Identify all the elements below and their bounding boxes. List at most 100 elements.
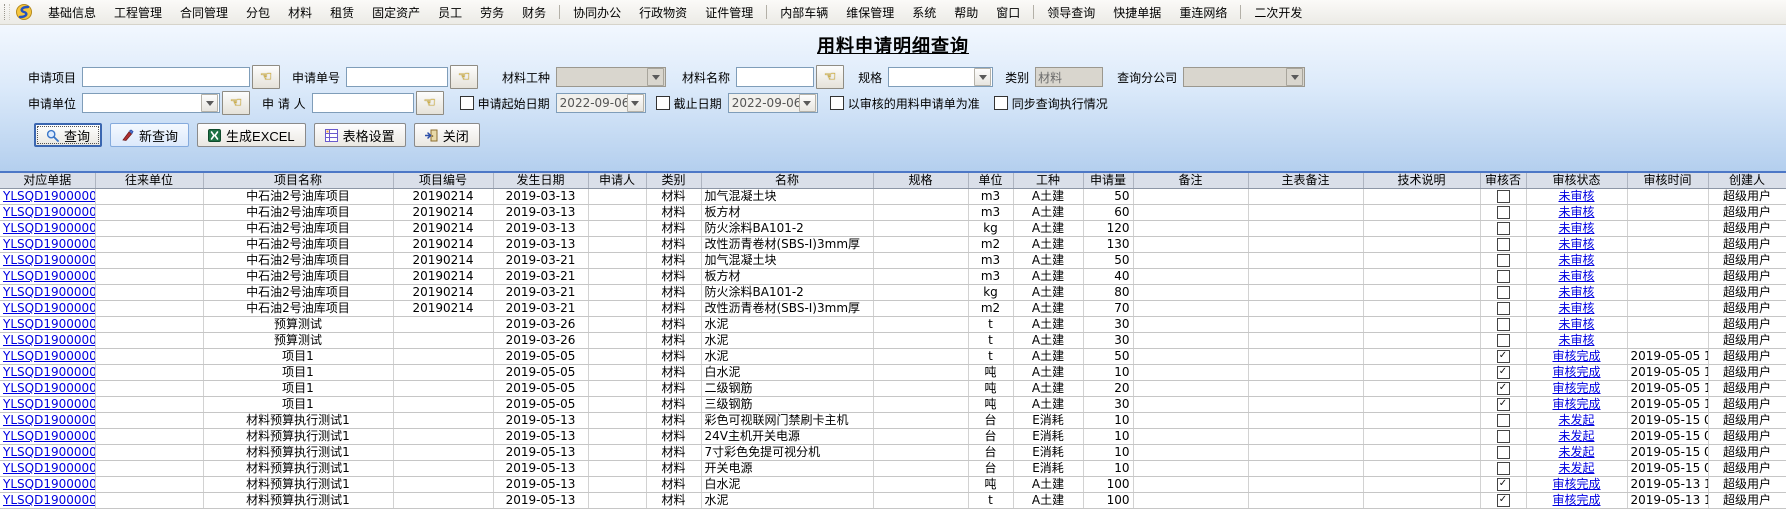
table-row[interactable]: YLSQD190000015材料预算执行测试12019-05-13材料水泥tA土…	[0, 493, 1786, 509]
column-header[interactable]: 审核否	[1480, 172, 1526, 189]
table-row[interactable]: YLSQD190000007中石油2号油库项目201902142019-03-2…	[0, 301, 1786, 317]
table-row[interactable]: YLSQD190000008预算测试2019-03-26材料水泥tA土建30未审…	[0, 317, 1786, 333]
table-row[interactable]: YLSQD190000010项目12019-05-05材料水泥tA土建50✓审核…	[0, 349, 1786, 365]
document-link[interactable]: YLSQD190000014	[3, 413, 95, 427]
document-link[interactable]: YLSQD190000007	[3, 301, 95, 315]
audit-status-link[interactable]: 未发起	[1558, 413, 1594, 427]
menu-item[interactable]: 帮助	[945, 3, 987, 22]
audited-checkbox[interactable]	[1497, 270, 1510, 283]
menu-item[interactable]: 租赁	[321, 3, 363, 22]
material-name-picker-button[interactable]: ☜	[816, 65, 844, 89]
apply-unit-picker-button[interactable]: ☜	[222, 91, 250, 115]
audit-status-link[interactable]: 审核完成	[1552, 365, 1600, 379]
column-header[interactable]: 往来单位	[95, 172, 203, 189]
menu-item[interactable]: 行政物资	[630, 3, 696, 22]
query-button[interactable]: 查询	[34, 123, 102, 147]
material-name-input[interactable]	[736, 67, 814, 87]
audit-status-link[interactable]: 审核完成	[1552, 397, 1600, 411]
document-link[interactable]: YLSQD190000014	[3, 461, 95, 475]
column-header[interactable]: 创建人	[1708, 172, 1786, 189]
table-row[interactable]: YLSQD190000007中石油2号油库项目201902142019-03-2…	[0, 285, 1786, 301]
column-header[interactable]: 技术说明	[1363, 172, 1480, 189]
audit-status-link[interactable]: 未审核	[1558, 301, 1594, 315]
audit-status-link[interactable]: 未审核	[1558, 317, 1594, 331]
column-header[interactable]: 备注	[1133, 172, 1248, 189]
document-link[interactable]: YLSQD190000006	[3, 205, 95, 219]
document-link[interactable]: YLSQD190000014	[3, 429, 95, 443]
menu-item[interactable]: 重连网络	[1170, 3, 1236, 22]
menu-item[interactable]: 固定资产	[363, 3, 429, 22]
export-excel-button[interactable]: 生成EXCEL	[197, 123, 306, 147]
menu-item[interactable]: 劳务	[471, 3, 513, 22]
table-row[interactable]: YLSQD190000006中石油2号油库项目201902142019-03-1…	[0, 237, 1786, 253]
table-row[interactable]: YLSQD190000014材料预算执行测试12019-05-13材料7寸彩色免…	[0, 445, 1786, 461]
apply-no-picker-button[interactable]: ☜	[450, 65, 478, 89]
start-date-checkbox[interactable]	[460, 96, 474, 110]
document-link[interactable]: YLSQD190000006	[3, 221, 95, 235]
menu-item[interactable]: 内部车辆	[771, 3, 837, 22]
menu-item[interactable]: 协同办公	[564, 3, 630, 22]
document-link[interactable]: YLSQD190000008	[3, 317, 95, 331]
column-header[interactable]: 申请人	[588, 172, 646, 189]
audit-status-link[interactable]: 未审核	[1558, 205, 1594, 219]
apply-no-input[interactable]	[346, 67, 448, 87]
column-header[interactable]: 项目编号	[393, 172, 493, 189]
apply-unit-select[interactable]	[82, 93, 220, 113]
applicant-input[interactable]	[312, 93, 414, 113]
audited-checkbox[interactable]	[1497, 238, 1510, 251]
audited-checkbox[interactable]	[1497, 318, 1510, 331]
audited-checkbox[interactable]	[1497, 222, 1510, 235]
table-row[interactable]: YLSQD190000006中石油2号油库项目201902142019-03-1…	[0, 205, 1786, 221]
close-button[interactable]: 关闭	[414, 123, 480, 147]
audited-checkbox[interactable]: ✓	[1497, 478, 1510, 491]
audit-status-link[interactable]: 未审核	[1558, 253, 1594, 267]
column-header[interactable]: 项目名称	[203, 172, 393, 189]
audited-checkbox[interactable]	[1497, 414, 1510, 427]
audited-checkbox[interactable]: ✓	[1497, 366, 1510, 379]
document-link[interactable]: YLSQD190000006	[3, 237, 95, 251]
table-row[interactable]: YLSQD190000014材料预算执行测试12019-05-13材料彩色可视联…	[0, 413, 1786, 429]
audit-status-link[interactable]: 未审核	[1558, 221, 1594, 235]
column-header[interactable]: 工种	[1013, 172, 1083, 189]
menu-item[interactable]: 快捷单据	[1104, 3, 1170, 22]
audited-checkbox[interactable]	[1497, 190, 1510, 203]
menu-item[interactable]: 工程管理	[105, 3, 171, 22]
audited-checkbox[interactable]: ✓	[1497, 382, 1510, 395]
menu-item[interactable]: 财务	[513, 3, 555, 22]
audited-checkbox[interactable]	[1497, 254, 1510, 267]
audit-status-link[interactable]: 审核完成	[1552, 349, 1600, 363]
document-link[interactable]: YLSQD190000015	[3, 477, 95, 491]
audited-checkbox[interactable]: ✓	[1497, 350, 1510, 363]
audited-checkbox[interactable]	[1497, 462, 1510, 475]
menu-item[interactable]: 领导查询	[1038, 3, 1104, 22]
menu-item[interactable]: 证件管理	[696, 3, 762, 22]
column-header[interactable]: 名称	[701, 172, 873, 189]
apply-project-picker-button[interactable]: ☜	[252, 65, 280, 89]
table-row[interactable]: YLSQD190000010项目12019-05-05材料白水泥吨A土建10✓审…	[0, 365, 1786, 381]
menu-item[interactable]: 员工	[429, 3, 471, 22]
spec-select[interactable]	[888, 67, 993, 87]
audit-status-link[interactable]: 未审核	[1558, 285, 1594, 299]
document-link[interactable]: YLSQD190000007	[3, 253, 95, 267]
end-date-select[interactable]: 2022-09-06	[728, 93, 818, 113]
apply-project-input[interactable]	[82, 67, 250, 87]
sync-exec-checkbox[interactable]	[994, 96, 1008, 110]
menu-item[interactable]: 合同管理	[171, 3, 237, 22]
audited-checkbox[interactable]	[1497, 302, 1510, 315]
table-row[interactable]: YLSQD190000009预算测试2019-03-26材料水泥tA土建30未审…	[0, 333, 1786, 349]
menu-item[interactable]: 分包	[237, 3, 279, 22]
start-date-select[interactable]: 2022-09-06	[556, 93, 646, 113]
table-row[interactable]: YLSQD190000015材料预算执行测试12019-05-13材料白水泥吨A…	[0, 477, 1786, 493]
column-header[interactable]: 主表备注	[1248, 172, 1363, 189]
column-header[interactable]: 审核时间	[1627, 172, 1708, 189]
audit-status-link[interactable]: 未审核	[1558, 237, 1594, 251]
menu-item[interactable]: 基础信息	[39, 3, 105, 22]
document-link[interactable]: YLSQD190000014	[3, 445, 95, 459]
audited-checkbox[interactable]	[1497, 286, 1510, 299]
document-link[interactable]: YLSQD190000015	[3, 493, 95, 507]
column-header[interactable]: 发生日期	[493, 172, 588, 189]
table-row[interactable]: YLSQD190000014材料预算执行测试12019-05-13材料24V主机…	[0, 429, 1786, 445]
table-row[interactable]: YLSQD190000006中石油2号油库项目201902142019-03-1…	[0, 189, 1786, 205]
audit-status-link[interactable]: 审核完成	[1552, 493, 1600, 507]
column-header[interactable]: 类别	[646, 172, 701, 189]
